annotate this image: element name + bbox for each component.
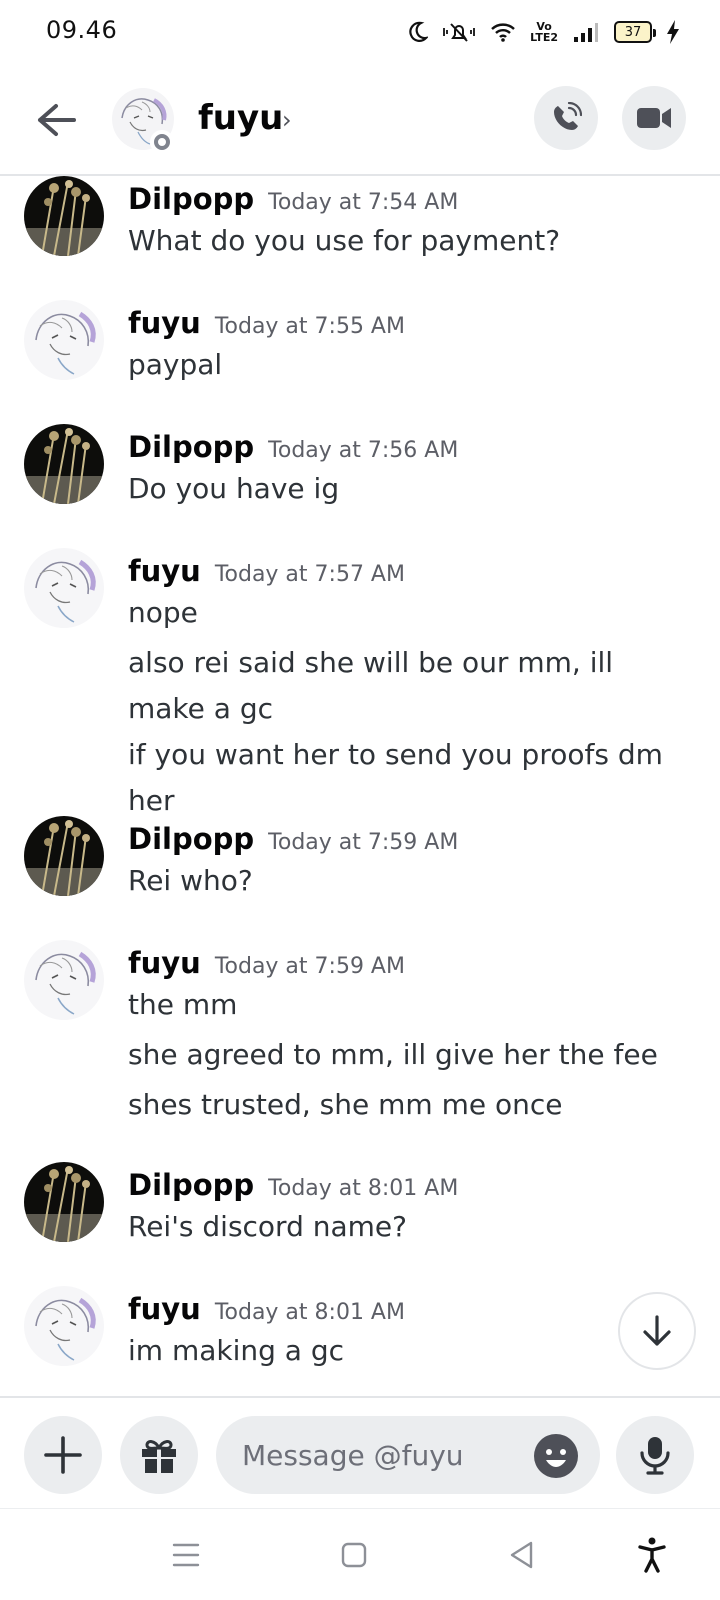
wifi-icon — [491, 23, 515, 42]
voice-message-button[interactable] — [616, 1416, 694, 1494]
moon-icon — [409, 21, 429, 42]
message-timestamp: Today at 7:56 AM — [268, 438, 459, 463]
message-text: What do you use for payment? — [128, 224, 561, 257]
emoji-icon — [546, 1449, 566, 1467]
jump-to-bottom-button[interactable] — [618, 1292, 696, 1370]
recents-button[interactable] — [166, 1535, 206, 1575]
message-author[interactable]: Dilpopp Today at 7:54 AM — [128, 182, 458, 216]
menu-icon — [172, 1543, 200, 1567]
header-username[interactable]: fuyu — [198, 98, 283, 138]
emoji-button[interactable] — [534, 1434, 578, 1478]
message-text: nope — [128, 596, 198, 629]
arrow-left-icon — [38, 104, 76, 136]
message-text: she agreed to mm, ill give her the fee — [128, 1038, 658, 1071]
square-icon — [341, 1542, 367, 1568]
message-timestamp: Today at 7:59 AM — [214, 954, 405, 979]
message-author[interactable]: fuyu Today at 7:55 AM — [128, 306, 405, 340]
home-button[interactable] — [334, 1535, 374, 1575]
message-timestamp: Today at 8:01 AM — [214, 1300, 405, 1325]
avatar[interactable] — [24, 176, 104, 256]
message-timestamp: Today at 7:57 AM — [214, 562, 405, 587]
message-author[interactable]: fuyu Today at 7:57 AM — [128, 554, 405, 588]
add-attachment-button[interactable] — [24, 1416, 102, 1494]
message-author[interactable]: Dilpopp Today at 8:01 AM — [128, 1168, 458, 1202]
accessibility-icon — [638, 1537, 666, 1573]
voice-call-button[interactable] — [534, 86, 598, 150]
message-text: also rei said she will be our mm, ill ma… — [128, 646, 614, 725]
message-author[interactable]: fuyu Today at 8:01 AM — [128, 1292, 405, 1326]
status-bar: 09.46 Vo LTE2 37 — [0, 0, 720, 64]
offline-status-dot — [150, 130, 174, 154]
avatar[interactable] — [24, 940, 104, 1020]
message-text: im making a gc — [128, 1334, 345, 1367]
message-timestamp: Today at 7:54 AM — [268, 190, 459, 215]
avatar[interactable] — [24, 300, 104, 380]
dm-header: fuyu › — [0, 72, 720, 176]
message-timestamp: Today at 8:01 AM — [268, 1176, 459, 1201]
message-author[interactable]: Dilpopp Today at 7:56 AM — [128, 430, 458, 464]
back-button[interactable] — [34, 98, 78, 142]
accessibility-button[interactable] — [632, 1535, 672, 1575]
arrow-down-icon — [643, 1315, 671, 1346]
message-input[interactable] — [242, 1436, 502, 1474]
gift-button[interactable] — [120, 1416, 198, 1494]
avatar[interactable] — [24, 816, 104, 896]
message-text: Rei's discord name? — [128, 1210, 408, 1243]
message-author[interactable]: Dilpopp Today at 7:59 AM — [128, 822, 458, 856]
avatar[interactable] — [24, 1162, 104, 1242]
message-input-container — [216, 1416, 600, 1494]
avatar[interactable] — [24, 1286, 104, 1366]
status-time: 09.46 — [46, 16, 118, 44]
status-icons: Vo LTE2 37 — [408, 16, 680, 48]
signal-icon — [574, 23, 598, 42]
bell-muted-icon — [443, 23, 476, 42]
message-text: if you want her to send you proofs dm he… — [128, 738, 663, 817]
video-call-button[interactable] — [622, 86, 686, 150]
video-camera-icon — [637, 108, 671, 128]
avatar[interactable] — [24, 548, 104, 628]
microphone-icon — [640, 1437, 670, 1475]
charging-bolt-icon — [667, 20, 679, 44]
message-text: Rei who? — [128, 864, 253, 897]
avatar[interactable] — [24, 424, 104, 504]
message-timestamp: Today at 7:55 AM — [214, 314, 405, 339]
message-list[interactable]: Dilpopp Today at 7:54 AM What do you use … — [0, 176, 720, 1396]
volte-indicator: Vo LTE2 — [530, 20, 558, 44]
message-text: the mm — [128, 988, 238, 1021]
battery-indicator: 37 — [614, 21, 656, 43]
phone-icon — [554, 102, 582, 130]
triangle-back-icon — [510, 1541, 533, 1569]
message-text: paypal — [128, 348, 223, 381]
message-composer — [0, 1396, 720, 1508]
plus-icon — [44, 1436, 82, 1474]
message-author[interactable]: fuyu Today at 7:59 AM — [128, 946, 405, 980]
message-text: Do you have ig — [128, 472, 340, 505]
message-timestamp: Today at 7:59 AM — [268, 830, 459, 855]
message-text: shes trusted, she mm me once — [128, 1088, 563, 1121]
chevron-right-icon[interactable]: › — [282, 106, 292, 134]
back-nav-button[interactable] — [502, 1535, 542, 1575]
gift-icon — [142, 1440, 176, 1473]
system-navigation-bar — [0, 1508, 720, 1600]
